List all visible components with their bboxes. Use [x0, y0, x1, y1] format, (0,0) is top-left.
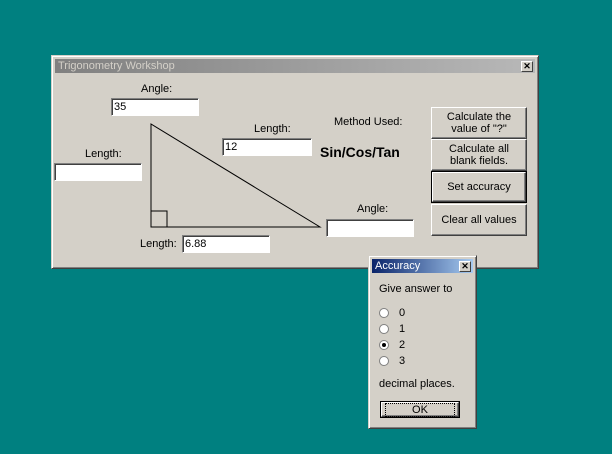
ok-button-label: OK [385, 402, 455, 417]
left-length-input[interactable] [54, 163, 142, 181]
top-angle-input[interactable]: 35 [111, 98, 199, 116]
right-angle-label: Angle: [357, 203, 389, 215]
radio-button[interactable] [379, 356, 389, 366]
bottom-length-label: Length: [140, 238, 177, 250]
radio-label: 2 [399, 339, 406, 351]
left-length-label: Length: [85, 148, 122, 160]
accuracy-prompt: Give answer to [379, 283, 453, 295]
main-titlebar[interactable]: Trigonometry Workshop ✕ [55, 59, 535, 73]
triangle-diagram [150, 123, 322, 228]
radio-option-1[interactable]: 1 [379, 322, 405, 336]
radio-option-2[interactable]: 2 [379, 338, 405, 352]
radio-option-3[interactable]: 3 [379, 354, 405, 368]
ok-button[interactable]: OK [380, 401, 460, 418]
close-icon[interactable]: ✕ [521, 60, 533, 72]
radio-label: 1 [399, 323, 406, 335]
method-used-value: Sin/Cos/Tan [320, 144, 400, 160]
main-window-title: Trigonometry Workshop [58, 60, 175, 72]
clear-all-values-button[interactable]: Clear all values [431, 204, 527, 236]
top-angle-label: Angle: [141, 83, 173, 95]
accuracy-dialog-title: Accuracy [375, 260, 421, 272]
method-used-label: Method Used: [334, 116, 403, 128]
radio-label: 0 [399, 307, 406, 319]
decimal-places-label: decimal places. [379, 378, 455, 390]
calculate-unknown-button[interactable]: Calculate the value of "?" [431, 107, 527, 139]
calculate-blank-fields-button[interactable]: Calculate all blank fields. [431, 139, 527, 171]
main-window: Trigonometry Workshop ✕ Angle: 35 Length… [51, 55, 539, 269]
radio-button-selected[interactable] [379, 340, 389, 350]
accuracy-dialog: Accuracy ✕ Give answer to 0 1 2 3 decima… [368, 255, 477, 429]
triangle-shape [150, 123, 322, 228]
radio-button[interactable] [379, 308, 389, 318]
set-accuracy-button[interactable]: Set accuracy [431, 171, 527, 203]
radio-button[interactable] [379, 324, 389, 334]
close-icon[interactable]: ✕ [459, 260, 471, 272]
right-angle-input[interactable] [326, 219, 414, 237]
right-angle-marker [150, 210, 168, 228]
accuracy-titlebar[interactable]: Accuracy ✕ [372, 259, 473, 273]
radio-label: 3 [399, 355, 406, 367]
radio-option-0[interactable]: 0 [379, 306, 405, 320]
bottom-length-input[interactable]: 6.88 [182, 235, 270, 253]
